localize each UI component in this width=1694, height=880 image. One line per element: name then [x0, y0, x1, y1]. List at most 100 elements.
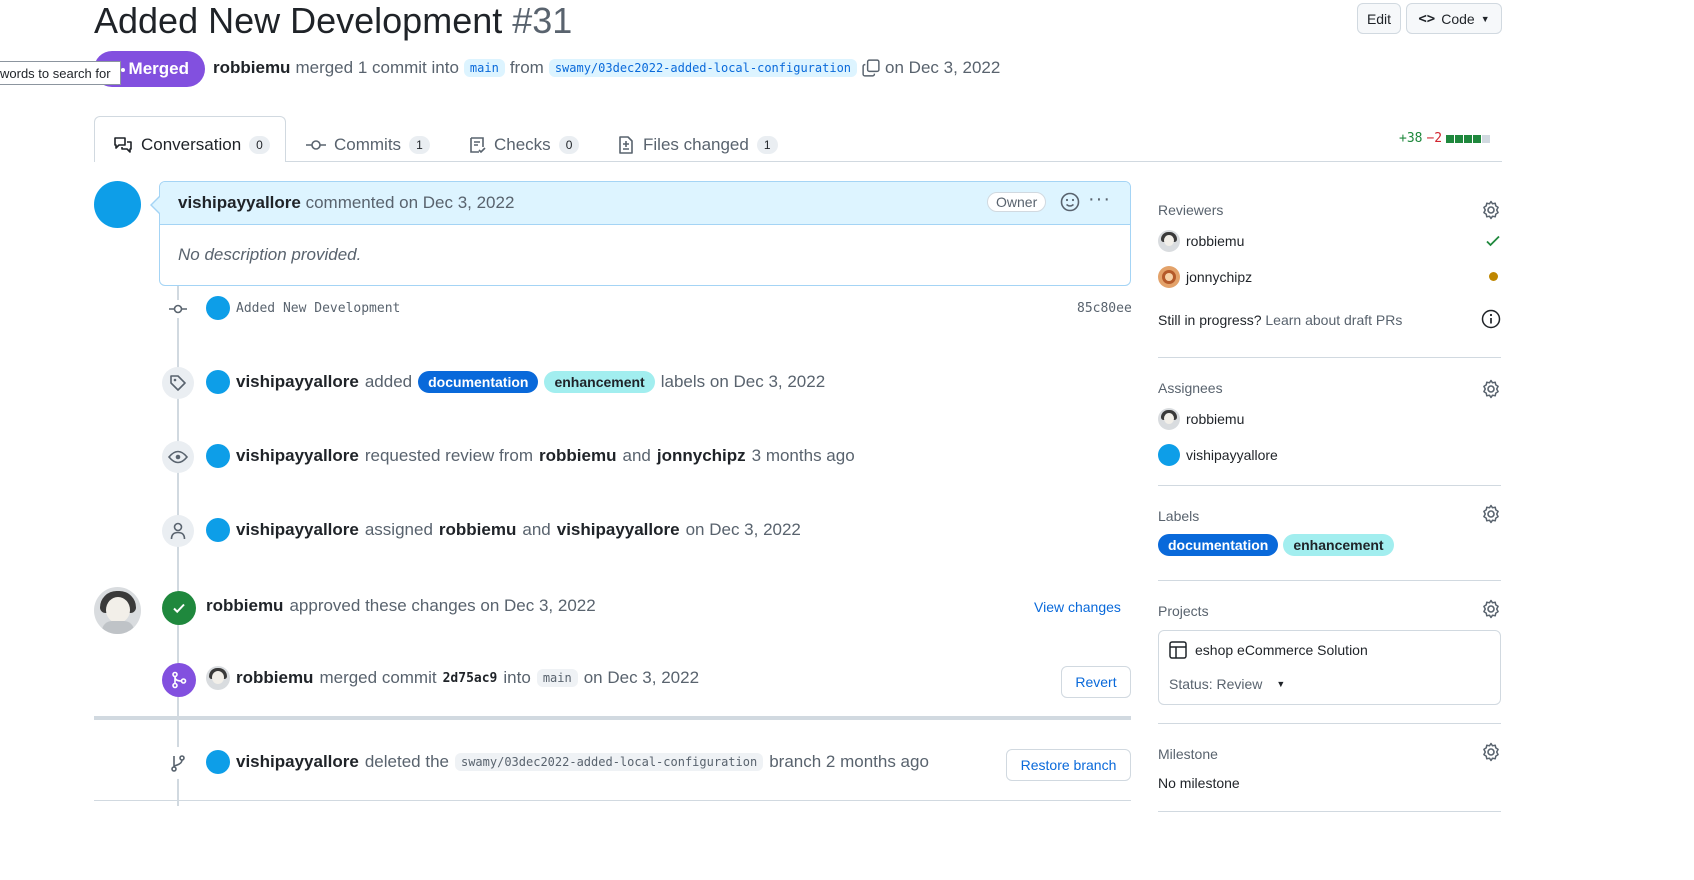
avatar[interactable] [94, 587, 141, 634]
code-icon: <> [1418, 10, 1436, 27]
diffstat-additions: +38 [1399, 131, 1423, 146]
timeline-divider [94, 716, 1131, 720]
approve-text[interactable]: approved these changes on Dec 3, 2022 [289, 596, 595, 616]
assignee-row[interactable]: robbiemu [1158, 408, 1244, 430]
label-documentation[interactable]: documentation [418, 371, 539, 393]
pr-date: on Dec 3, 2022 [885, 58, 1001, 77]
tab-files-changed-label: Files changed [643, 135, 749, 154]
pr-author-link[interactable]: robbiemu [213, 58, 290, 78]
tab-conversation-label: Conversation [141, 135, 242, 154]
merge-dot-icon [121, 68, 125, 72]
avatar[interactable] [206, 296, 230, 320]
tab-checks[interactable]: Checks 0 [468, 127, 580, 163]
tab-conversation[interactable]: Conversation 0 [113, 127, 270, 163]
actor-link[interactable]: vishipayyallore [236, 446, 359, 466]
comment-timestamp[interactable]: commented on Dec 3, 2022 [306, 193, 515, 213]
label-enhancement[interactable]: enhancement [544, 371, 655, 393]
person-icon [170, 522, 186, 540]
reviewer-row[interactable]: jonnychipz [1158, 266, 1252, 288]
comment-author-link[interactable]: vishipayyallore [178, 193, 301, 213]
avatar[interactable] [206, 444, 230, 468]
event-time[interactable]: on Dec 3, 2022 [686, 520, 801, 540]
event-time[interactable]: on Dec 3, 2022 [584, 668, 699, 688]
actor-link[interactable]: robbiemu [206, 596, 283, 616]
avatar [1158, 444, 1180, 466]
project-status: Status: Review [1169, 676, 1263, 692]
user-link[interactable]: jonnychipz [657, 446, 746, 466]
conversation-icon [114, 137, 132, 153]
edit-button[interactable]: Edit [1357, 3, 1401, 34]
assignee-name: robbiemu [1186, 411, 1245, 427]
user-link[interactable]: robbiemu [539, 446, 616, 466]
conjunction: and [522, 520, 551, 539]
reviewers-title[interactable]: Reviewers [1158, 202, 1223, 218]
actor-link[interactable]: vishipayyallore [236, 372, 359, 392]
head-branch-chip[interactable]: swamy/03dec2022-added-local-configuratio… [548, 59, 858, 77]
draft-hint: Still in progress? Learn about draft PRs [1158, 312, 1402, 328]
deleted-branch-chip: swamy/03dec2022-added-local-configuratio… [454, 753, 764, 771]
projects-title[interactable]: Projects [1158, 603, 1209, 619]
gear-icon[interactable] [1481, 599, 1501, 619]
tab-files-changed[interactable]: Files changed 1 [617, 127, 778, 163]
revert-button[interactable]: Revert [1061, 666, 1131, 698]
info-icon[interactable] [1481, 309, 1501, 329]
table-icon [1169, 641, 1187, 659]
event-verb: assigned [364, 520, 433, 539]
gear-icon[interactable] [1481, 504, 1501, 524]
actor-link[interactable]: vishipayyallore [236, 752, 359, 772]
sidebar-labels: documentation enhancement [1158, 534, 1394, 556]
event-time[interactable]: 3 months ago [752, 446, 855, 466]
avatar[interactable] [206, 750, 230, 774]
event-verb: merged commit [319, 668, 437, 687]
labels-title[interactable]: Labels [1158, 508, 1199, 524]
project-status-select[interactable]: Status: Review ▼ [1169, 676, 1285, 692]
target-branch-chip[interactable]: main [536, 669, 578, 687]
milestone-title[interactable]: Milestone [1158, 746, 1218, 762]
eye-icon [168, 450, 188, 464]
kebab-menu-icon[interactable]: ··· [1088, 188, 1111, 211]
smiley-icon[interactable] [1060, 192, 1080, 212]
avatar [1158, 230, 1180, 252]
commit-sha-link[interactable]: 85c80ee [1077, 301, 1132, 316]
code-label: Code [1441, 10, 1475, 27]
restore-branch-button[interactable]: Restore branch [1006, 749, 1131, 781]
commit-message-link[interactable]: Added New Development [236, 301, 400, 316]
merge-commit-sha-link[interactable]: 2d75ac9 [443, 671, 498, 686]
tab-commits[interactable]: Commits 1 [306, 127, 430, 163]
gear-icon[interactable] [1481, 200, 1501, 220]
check-icon [173, 603, 185, 614]
sidebar-divider [1158, 485, 1501, 486]
user-link[interactable]: vishipayyallore [557, 520, 680, 540]
review-request-event: vishipayyallore requested review from ro… [206, 444, 855, 468]
label-documentation[interactable]: documentation [1158, 534, 1279, 556]
label-enhancement[interactable]: enhancement [1283, 534, 1394, 556]
actor-link[interactable]: robbiemu [236, 668, 313, 688]
assignees-title[interactable]: Assignees [1158, 380, 1223, 396]
checklist-icon [470, 137, 486, 154]
gear-icon[interactable] [1481, 379, 1501, 399]
user-link[interactable]: robbiemu [439, 520, 516, 540]
tag-icon [170, 375, 186, 391]
actor-link[interactable]: vishipayyallore [236, 520, 359, 540]
base-branch-chip[interactable]: main [463, 59, 505, 77]
project-row[interactable]: eshop eCommerce Solution [1169, 641, 1368, 659]
assignee-row[interactable]: vishipayyallore [1158, 444, 1278, 466]
view-changes-link[interactable]: View changes [1034, 599, 1121, 615]
draft-link[interactable]: Learn about draft PRs [1265, 312, 1402, 328]
comment-header: vishipayyallore commented on Dec 3, 2022… [160, 182, 1130, 225]
reviewer-row[interactable]: robbiemu [1158, 230, 1244, 252]
code-button[interactable]: <> Code ▼ [1406, 3, 1502, 34]
avatar[interactable] [206, 370, 230, 394]
project-name: eshop eCommerce Solution [1195, 642, 1368, 658]
avatar[interactable] [94, 181, 141, 228]
avatar[interactable] [206, 666, 230, 690]
avatar [1158, 266, 1180, 288]
owner-badge: Owner [987, 192, 1047, 212]
copy-icon[interactable] [862, 59, 880, 77]
tag-badge [162, 367, 194, 399]
avatar[interactable] [206, 518, 230, 542]
comment-body: No description provided. [178, 245, 362, 264]
reviewer-name: robbiemu [1186, 233, 1245, 249]
diffstat[interactable]: +38 −2 [1399, 131, 1491, 146]
gear-icon[interactable] [1481, 742, 1501, 762]
